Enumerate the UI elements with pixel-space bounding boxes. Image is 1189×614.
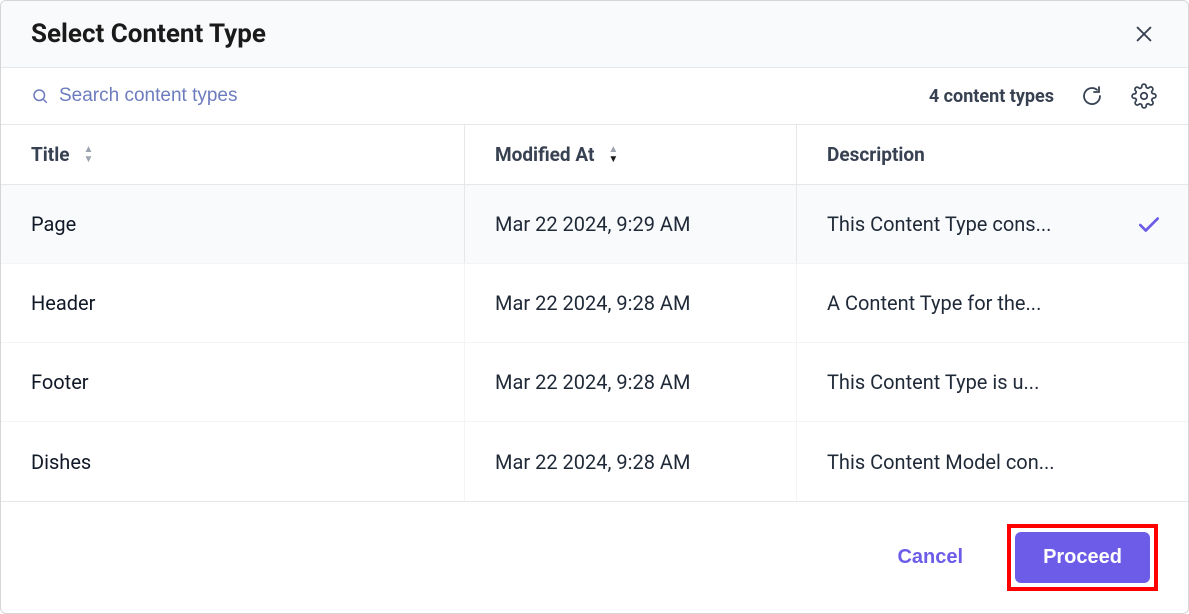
column-title-label: Title bbox=[31, 143, 70, 166]
content-type-table: Title ▲ ▼ Modified At ▲ ▼ Description Pa… bbox=[1, 125, 1188, 501]
close-icon bbox=[1133, 23, 1155, 45]
cell-title: Dishes bbox=[1, 422, 465, 501]
table-body: PageMar 22 2024, 9:29 AMThis Content Typ… bbox=[1, 185, 1188, 501]
search-icon bbox=[31, 87, 49, 105]
toolbar: 4 content types bbox=[1, 68, 1188, 125]
check-icon bbox=[1136, 211, 1162, 237]
cell-description: This Content Type is u... bbox=[797, 343, 1188, 421]
cell-title: Page bbox=[1, 185, 465, 263]
sort-icon: ▲ ▼ bbox=[84, 145, 94, 164]
column-header-description[interactable]: Description bbox=[797, 125, 1188, 184]
proceed-button[interactable]: Proceed bbox=[1015, 532, 1150, 583]
table-row[interactable]: DishesMar 22 2024, 9:28 AMThis Content M… bbox=[1, 422, 1188, 501]
cell-modified: Mar 22 2024, 9:28 AM bbox=[465, 422, 797, 501]
column-header-modified[interactable]: Modified At ▲ ▼ bbox=[465, 125, 797, 184]
close-button[interactable] bbox=[1130, 20, 1158, 48]
search-wrap bbox=[31, 85, 419, 107]
modal-title: Select Content Type bbox=[31, 19, 266, 49]
refresh-button[interactable] bbox=[1078, 82, 1106, 110]
proceed-highlight: Proceed bbox=[1007, 524, 1158, 591]
table-row[interactable]: HeaderMar 22 2024, 9:28 AMA Content Type… bbox=[1, 264, 1188, 343]
cell-description: This Content Type cons... bbox=[797, 185, 1188, 263]
cell-modified: Mar 22 2024, 9:29 AM bbox=[465, 185, 797, 263]
sort-icon: ▲ ▼ bbox=[608, 145, 618, 164]
column-modified-label: Modified At bbox=[495, 143, 594, 166]
column-header-title[interactable]: Title ▲ ▼ bbox=[1, 125, 465, 184]
table-row[interactable]: FooterMar 22 2024, 9:28 AMThis Content T… bbox=[1, 343, 1188, 422]
table-row[interactable]: PageMar 22 2024, 9:29 AMThis Content Typ… bbox=[1, 185, 1188, 264]
cell-title: Footer bbox=[1, 343, 465, 421]
cell-modified: Mar 22 2024, 9:28 AM bbox=[465, 264, 797, 342]
cell-title: Header bbox=[1, 264, 465, 342]
cell-modified: Mar 22 2024, 9:28 AM bbox=[465, 343, 797, 421]
select-content-type-modal: Select Content Type 4 content types bbox=[0, 0, 1189, 614]
settings-button[interactable] bbox=[1130, 82, 1158, 110]
content-type-count: 4 content types bbox=[929, 86, 1054, 107]
cell-description: This Content Model con... bbox=[797, 422, 1188, 501]
table-header-row: Title ▲ ▼ Modified At ▲ ▼ Description bbox=[1, 125, 1188, 185]
search-input[interactable] bbox=[59, 85, 419, 107]
modal-header: Select Content Type bbox=[1, 1, 1188, 68]
cancel-button[interactable]: Cancel bbox=[871, 534, 989, 581]
cell-description: A Content Type for the... bbox=[797, 264, 1188, 342]
modal-footer: Cancel Proceed bbox=[1, 501, 1188, 613]
gear-icon bbox=[1131, 83, 1157, 109]
column-description-label: Description bbox=[827, 143, 925, 166]
toolbar-right: 4 content types bbox=[929, 82, 1158, 110]
refresh-icon bbox=[1080, 84, 1104, 108]
